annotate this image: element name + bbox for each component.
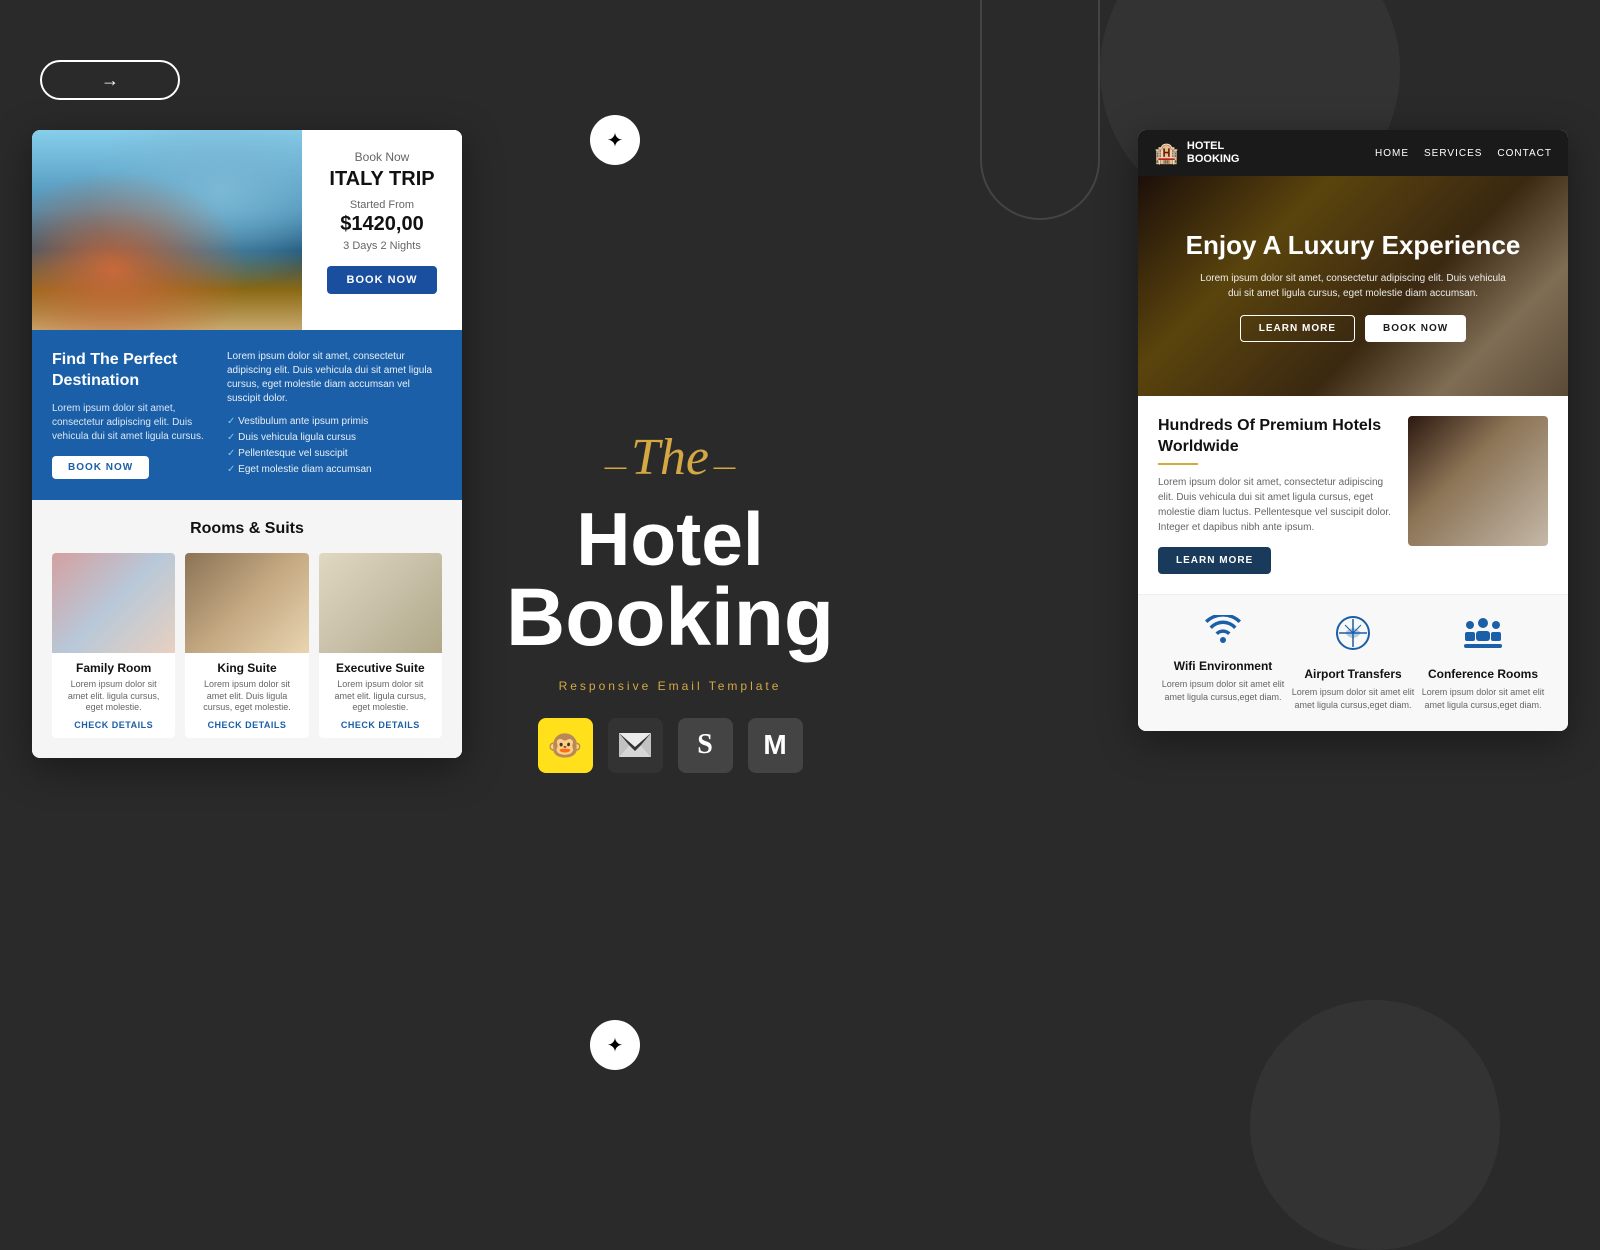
king-suite-name: King Suite — [193, 661, 300, 675]
star-icon-top: ✦ — [590, 115, 640, 165]
bg-decoration-arc-top — [980, 0, 1100, 220]
right-hero-buttons: LEARN MORE BOOK NOW — [1240, 315, 1466, 342]
mailchimp-icon: 🐵 — [538, 718, 593, 773]
room-card-executive: Executive Suite Lorem ipsum dolor sit am… — [319, 553, 442, 738]
duration-value: 3 Days 2 Nights — [317, 240, 447, 252]
nav-contact[interactable]: CONTACT — [1497, 148, 1552, 159]
italy-image — [32, 130, 302, 330]
campaign-monitor-icon — [608, 718, 663, 773]
room-card-king: King Suite Lorem ipsum dolor sit amet el… — [185, 553, 308, 738]
hotels-right — [1408, 416, 1548, 574]
hotel-logo-line1: HOTEL — [1187, 140, 1240, 153]
amenity-conference: Conference Rooms Lorem ipsum dolor sit a… — [1418, 615, 1548, 711]
hotel-logo-line2: BOOKING — [1187, 153, 1240, 166]
hotel-logo-text: HOTEL BOOKING — [1187, 140, 1240, 166]
family-room-image — [52, 553, 175, 653]
king-suite-desc: Lorem ipsum dolor sit amet elit. Duis li… — [193, 679, 300, 714]
started-from-label: Started From — [317, 199, 447, 211]
book-now-button-hero[interactable]: BOOK NOW — [1365, 315, 1466, 342]
family-room-link[interactable]: CHECK DETAILS — [60, 720, 167, 730]
book-now-label: Book Now — [317, 150, 447, 164]
center-branding: — The — Hotel Booking Responsive Email T… — [480, 0, 860, 1200]
book-now-button[interactable]: BOOK NOW — [327, 266, 438, 294]
conference-icon — [1418, 615, 1548, 659]
hotels-divider — [1158, 463, 1198, 465]
trip-info: Book Now ITALY TRIP Started From $1420,0… — [302, 130, 462, 330]
hotels-title: Hundreds Of Premium Hotels Worldwide — [1158, 416, 1393, 458]
hotels-left: Hundreds Of Premium Hotels Worldwide Lor… — [1158, 416, 1393, 574]
family-room-info: Family Room Lorem ipsum dolor sit amet e… — [52, 653, 175, 738]
executive-suite-link[interactable]: CHECK DETAILS — [327, 720, 434, 730]
rooms-title: Rooms & Suits — [52, 520, 442, 538]
learn-more-button-hero[interactable]: LEARN MORE — [1240, 315, 1355, 342]
nav-home[interactable]: HOME — [1375, 148, 1409, 159]
king-suite-info: King Suite Lorem ipsum dolor sit amet el… — [185, 653, 308, 738]
hotels-section: Hundreds Of Premium Hotels Worldwide Lor… — [1138, 396, 1568, 595]
wifi-name: Wifi Environment — [1158, 659, 1288, 673]
star-icon-bottom: ✦ — [590, 1020, 640, 1070]
email-service-icons: 🐵 S M — [538, 718, 803, 773]
checklist: Vestibulum ante ipsum primis Duis vehicu… — [227, 416, 442, 475]
amenities-section: Wifi Environment Lorem ipsum dolor sit a… — [1138, 595, 1568, 731]
conference-name: Conference Rooms — [1418, 667, 1548, 681]
executive-suite-info: Executive Suite Lorem ipsum dolor sit am… — [319, 653, 442, 738]
check-item-4: Eget molestie diam accumsan — [227, 464, 442, 475]
airport-desc: Lorem ipsum dolor sit amet elit amet lig… — [1288, 686, 1418, 711]
executive-suite-name: Executive Suite — [327, 661, 434, 675]
destination-right: Lorem ipsum dolor sit amet, consectetur … — [227, 350, 442, 480]
right-hero-overlay: Enjoy A Luxury Experience Lorem ipsum do… — [1138, 176, 1568, 396]
trip-title: ITALY TRIP — [317, 168, 447, 191]
luxury-desc: Lorem ipsum dolor sit amet, consectetur … — [1193, 271, 1513, 301]
destination-desc: Lorem ipsum dolor sit amet, consectetur … — [52, 402, 212, 444]
king-suite-image — [185, 553, 308, 653]
the-label: The — [631, 429, 709, 486]
hotel-logo-icon: 🏨 — [1154, 141, 1179, 166]
wifi-desc: Lorem ipsum dolor sit amet elit amet lig… — [1158, 678, 1288, 703]
price-value: $1420,00 — [317, 213, 447, 236]
rooms-grid: Family Room Lorem ipsum dolor sit amet e… — [52, 553, 442, 738]
family-room-name: Family Room — [60, 661, 167, 675]
amenity-airport: Airport Transfers Lorem ipsum dolor sit … — [1288, 615, 1418, 711]
right-hero: Enjoy A Luxury Experience Lorem ipsum do… — [1138, 176, 1568, 396]
executive-suite-image — [319, 553, 442, 653]
bg-decoration-circle-bottom — [1250, 1000, 1500, 1250]
nav-services[interactable]: SERVICES — [1424, 148, 1482, 159]
wifi-icon — [1158, 615, 1288, 651]
conference-desc: Lorem ipsum dolor sit amet elit amet lig… — [1418, 686, 1548, 711]
family-room-desc: Lorem ipsum dolor sit amet elit. ligula … — [60, 679, 167, 714]
check-item-1: Vestibulum ante ipsum primis — [227, 416, 442, 427]
destination-book-button[interactable]: BOOK NOW — [52, 456, 149, 479]
room-card-family: Family Room Lorem ipsum dolor sit amet e… — [52, 553, 175, 738]
arrow-button[interactable] — [40, 60, 180, 100]
destination-right-desc: Lorem ipsum dolor sit amet, consectetur … — [227, 350, 442, 406]
destination-title: Find The Perfect Destination — [52, 350, 212, 392]
hotels-learn-more-button[interactable]: LEARN MORE — [1158, 547, 1271, 574]
stamplia-icon: S — [678, 718, 733, 773]
luxury-title: Enjoy A Luxury Experience — [1186, 230, 1521, 261]
left-email-card: Book Now ITALY TRIP Started From $1420,0… — [32, 130, 462, 758]
mailjet-icon: M — [748, 718, 803, 773]
airport-icon — [1288, 615, 1418, 659]
amenity-wifi: Wifi Environment Lorem ipsum dolor sit a… — [1158, 615, 1288, 711]
king-suite-link[interactable]: CHECK DETAILS — [193, 720, 300, 730]
hotel-room-image — [1408, 416, 1548, 546]
right-email-card: 🏨 HOTEL BOOKING HOME SERVICES CONTACT En… — [1138, 130, 1568, 731]
subtitle-label: Responsive Email Template — [559, 679, 782, 693]
destination-section: Find The Perfect Destination Lorem ipsum… — [32, 330, 462, 500]
check-item-3: Pellentesque vel suscipit — [227, 448, 442, 459]
executive-suite-desc: Lorem ipsum dolor sit amet elit. ligula … — [327, 679, 434, 714]
airport-name: Airport Transfers — [1288, 667, 1418, 681]
check-item-2: Duis vehicula ligula cursus — [227, 432, 442, 443]
hotel-logo: 🏨 HOTEL BOOKING — [1154, 140, 1239, 166]
rooms-section: Rooms & Suits Family Room Lorem ipsum do… — [32, 500, 462, 758]
right-nav: HOME SERVICES CONTACT — [1375, 148, 1552, 159]
booking-label: Booking — [506, 577, 834, 659]
destination-left: Find The Perfect Destination Lorem ipsum… — [52, 350, 212, 480]
hotel-label: Hotel — [576, 502, 764, 577]
left-hero-section: Book Now ITALY TRIP Started From $1420,0… — [32, 130, 462, 330]
hotels-desc: Lorem ipsum dolor sit amet, consectetur … — [1158, 475, 1393, 535]
right-card-header: 🏨 HOTEL BOOKING HOME SERVICES CONTACT — [1138, 130, 1568, 176]
